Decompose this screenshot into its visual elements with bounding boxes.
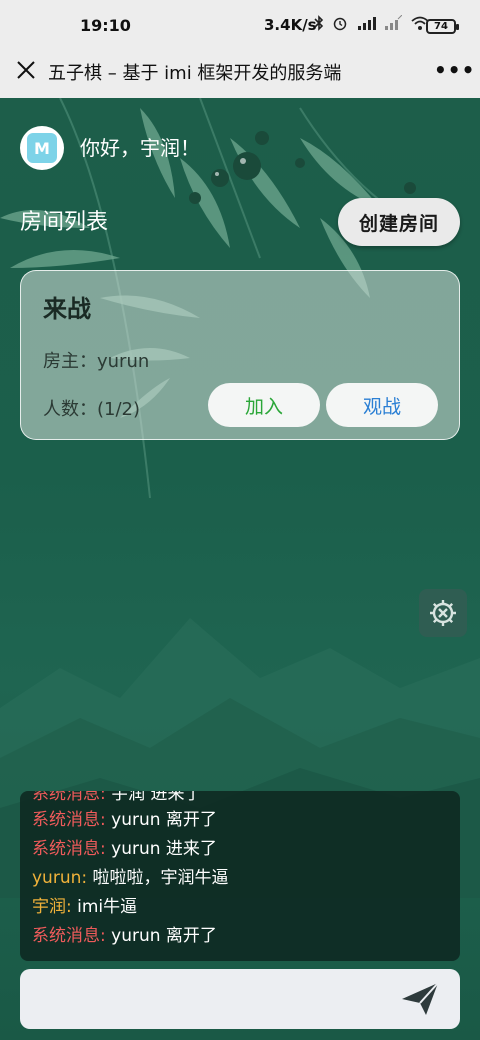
signal-icon	[384, 14, 403, 35]
chat-text: imi牛逼	[71, 897, 138, 917]
chat-message: 系统消息: 宇润 进来了	[32, 791, 202, 804]
chat-sender: 系统消息:	[32, 791, 106, 804]
avatar-glyph: M	[27, 133, 57, 163]
status-bar: 19:10 3.4K/s 74	[0, 0, 480, 50]
chat-log[interactable]: 系统消息: 宇润 进来了 系统消息: yurun 离开了 系统消息: yurun…	[20, 791, 460, 961]
bluetooth-icon	[314, 15, 324, 35]
alarm-icon	[332, 15, 348, 35]
room-owner: 房主：yurun	[43, 351, 150, 372]
status-time: 19:10	[80, 16, 131, 35]
gear-icon	[430, 600, 456, 626]
chat-message: 系统消息: yurun 进来了	[32, 834, 217, 859]
close-icon[interactable]	[14, 58, 38, 82]
greeting-text: 你好，宇润！	[80, 136, 200, 160]
join-room-button[interactable]: 加入	[208, 383, 320, 427]
chat-message: yurun: 啦啦啦，宇润牛逼	[32, 863, 229, 888]
signal-hd-icon	[356, 15, 376, 35]
chat-text: yurun 离开了	[105, 810, 217, 830]
room-name: 来战	[43, 295, 91, 323]
chat-message: 系统消息: yurun 离开了	[32, 805, 217, 830]
chat-sender: 系统消息:	[32, 926, 106, 946]
battery-icon: 74	[426, 19, 459, 34]
create-room-button[interactable]: 创建房间	[338, 198, 460, 246]
app-content: M 你好，宇润！ 房间列表 创建房间 来战 房主：yurun 人数：(1/2) …	[0, 98, 480, 1040]
page-title: 五子棋 – 基于 imi 框架开发的服务端	[48, 63, 342, 84]
chat-sender: 宇润:	[32, 897, 72, 917]
chat-text: yurun 进来了	[105, 839, 217, 859]
chat-sender: 系统消息:	[32, 839, 106, 859]
network-speed: 3.4K/s	[264, 16, 317, 34]
send-icon	[402, 982, 439, 1015]
chat-text: yurun 离开了	[105, 926, 217, 946]
chat-sender: yurun:	[32, 868, 88, 888]
chat-message: 宇润: imi牛逼	[32, 892, 137, 917]
status-icons	[314, 14, 430, 36]
chat-text: 宇润 进来了	[105, 791, 202, 804]
settings-button[interactable]	[419, 589, 467, 637]
send-button[interactable]	[400, 981, 440, 1017]
watch-room-button[interactable]: 观战	[326, 383, 438, 427]
chat-message: 系统消息: yurun 离开了	[32, 921, 217, 946]
chat-text: 啦啦啦，宇润牛逼	[87, 868, 229, 888]
room-player-count: 人数：(1/2)	[43, 399, 141, 420]
chat-input[interactable]	[20, 969, 460, 1029]
room-list-title: 房间列表	[20, 210, 109, 235]
more-menu-icon[interactable]: •••	[434, 58, 475, 82]
avatar[interactable]: M	[20, 126, 64, 170]
chat-sender: 系统消息:	[32, 810, 106, 830]
nav-bar: 五子棋 – 基于 imi 框架开发的服务端 •••	[0, 50, 480, 98]
room-card: 来战 房主：yurun 人数：(1/2) 加入 观战	[20, 270, 460, 440]
